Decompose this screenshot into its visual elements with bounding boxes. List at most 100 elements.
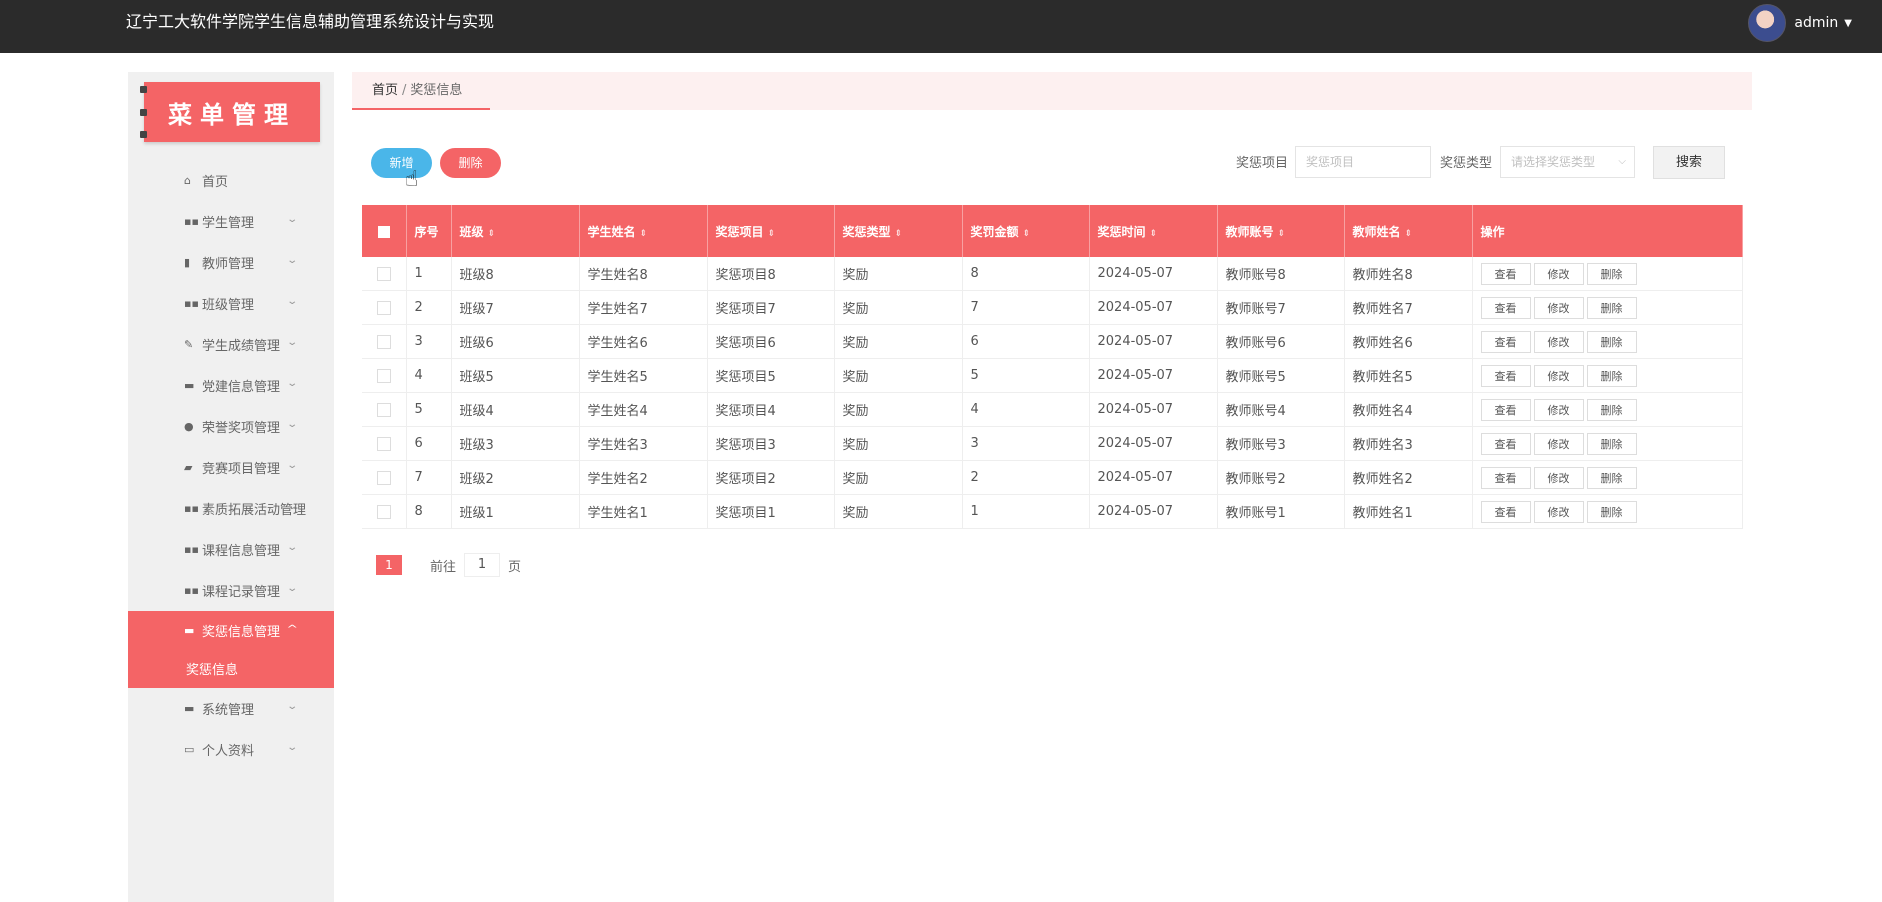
row-checkbox[interactable] (376, 368, 391, 383)
row-checkbox[interactable] (376, 504, 391, 519)
sort-icon[interactable]: ⇕ (488, 229, 496, 239)
sidebar-item[interactable]: ▪▪ 课程信息管理 ⌄ (128, 529, 334, 570)
sort-icon[interactable]: ⇕ (1405, 229, 1413, 239)
sidebar-item-label: 个人资料 (202, 744, 255, 759)
grid-icon: ▪▪ (184, 543, 199, 556)
sort-icon[interactable]: ⇕ (1150, 229, 1158, 239)
table-row: 7 班级2 学生姓名2 奖惩项目2 奖励 2 2024-05-07 教师账号2 教师姓名2 查看修… (362, 460, 1743, 495)
sidebar-item[interactable]: ▪▪ 班级管理 ⌄ (128, 283, 334, 324)
sidebar-item[interactable]: ▬ 系统管理 ⌄ (128, 688, 334, 729)
column-header-label: 奖罚金额 (970, 224, 1019, 239)
table-row: 4 班级5 学生姓名5 奖惩项目5 奖励 5 2024-05-07 教师账号5 教师姓名5 查看修… (362, 358, 1743, 393)
sidebar-item[interactable]: ⌂ 首页 (128, 160, 334, 201)
row-delete-button[interactable]: 删除 (1586, 432, 1637, 455)
sidebar-item[interactable]: ▰ 竞赛项目管理 ⌄ (128, 447, 334, 488)
edit-button[interactable]: 修改 (1533, 432, 1584, 455)
edit-button[interactable]: 修改 (1533, 296, 1584, 319)
table-cell: 2024-05-07 (1089, 257, 1218, 291)
column-header[interactable]: 奖罚金额 ⇕ (962, 205, 1090, 257)
view-button[interactable]: 查看 (1480, 296, 1531, 319)
sort-icon[interactable]: ⇕ (768, 229, 776, 239)
sidebar-item[interactable]: ▬ 奖惩信息管理 ^ (128, 611, 334, 649)
filter-type-placeholder: 请选择奖惩类型 (1511, 155, 1596, 169)
sidebar-item[interactable]: ▮ 教师管理 ⌄ (128, 242, 334, 283)
edit-button[interactable]: 修改 (1533, 330, 1584, 353)
column-header[interactable]: 奖惩项目 ⇕ (707, 205, 835, 257)
table-cell: 学生姓名8 (579, 257, 708, 291)
row-delete-button[interactable]: 删除 (1586, 398, 1637, 421)
table-cell: 2024-05-07 (1089, 426, 1218, 461)
edit-button[interactable]: 修改 (1533, 398, 1584, 421)
row-actions: 查看 修改 删除 (1472, 358, 1743, 393)
table-cell: 学生姓名7 (579, 290, 708, 325)
row-checkbox[interactable] (376, 436, 391, 451)
page-number-current[interactable]: 1 (376, 555, 402, 575)
sidebar-item[interactable]: ▪▪ 素质拓展活动管理 ⌄ (128, 488, 334, 529)
row-delete-button[interactable]: 删除 (1586, 296, 1637, 319)
column-header[interactable]: 班级 ⇕ (451, 205, 580, 257)
row-checkbox[interactable] (376, 334, 391, 349)
table-cell: 5 (406, 392, 452, 427)
table-cell: 教师姓名6 (1344, 324, 1473, 359)
row-delete-button[interactable]: 删除 (1586, 262, 1637, 285)
view-button[interactable]: 查看 (1480, 398, 1531, 421)
sidebar-item[interactable]: ▬ 党建信息管理 ⌄ (128, 365, 334, 406)
chart-icon: ▮ (184, 256, 191, 269)
sort-icon[interactable]: ⇕ (1023, 229, 1031, 239)
goto-page-input[interactable]: 1 (464, 553, 501, 577)
sidebar-subitem-active[interactable]: 奖惩信息 (128, 649, 334, 688)
avatar[interactable] (1748, 4, 1787, 42)
row-checkbox[interactable] (376, 402, 391, 417)
search-button[interactable]: 搜索 (1653, 146, 1725, 179)
sidebar-item[interactable]: ● 荣誉奖项管理 ⌄ (128, 406, 334, 447)
chevron-down-icon: ⌄ (286, 583, 299, 594)
row-delete-button[interactable]: 删除 (1586, 364, 1637, 387)
row-delete-button[interactable]: 删除 (1586, 500, 1637, 523)
add-button[interactable]: 新增 (371, 148, 432, 178)
column-header[interactable]: 学生姓名 ⇕ (579, 205, 708, 257)
sidebar: 菜单管理 ⌂ 首页 ▪▪ 学生管理 ⌄ ▮ 教师管理 ⌄ ▪▪ 班级管理 ⌄ ✎ 学生成绩管理 ⌄ ▬ 党建信… (128, 72, 334, 902)
view-button[interactable]: 查看 (1480, 262, 1531, 285)
row-delete-button[interactable]: 删除 (1586, 466, 1637, 489)
table-cell: 2024-05-07 (1089, 392, 1218, 427)
sort-icon[interactable]: ⇕ (1278, 229, 1286, 239)
row-checkbox[interactable] (376, 266, 391, 281)
goto-label: 前往 (430, 559, 457, 575)
view-button[interactable]: 查看 (1480, 466, 1531, 489)
filter-type-label: 奖惩类型 (1440, 156, 1493, 171)
sort-icon[interactable]: ⇕ (640, 229, 648, 239)
view-button[interactable]: 查看 (1480, 500, 1531, 523)
column-header[interactable]: 奖惩时间 ⇕ (1089, 205, 1218, 257)
column-header[interactable]: 序号 (406, 205, 452, 257)
username[interactable]: admin (1794, 15, 1838, 31)
sidebar-item[interactable]: ✎ 学生成绩管理 ⌄ (128, 324, 334, 365)
edit-button[interactable]: 修改 (1533, 500, 1584, 523)
edit-button[interactable]: 修改 (1533, 466, 1584, 489)
sort-icon[interactable]: ⇕ (895, 229, 903, 239)
hand-cursor-icon: ☝ (405, 167, 419, 192)
caret-down-icon[interactable]: ▼ (1844, 18, 1852, 29)
sidebar-item[interactable]: ▪▪ 课程记录管理 ⌄ (128, 570, 334, 611)
table-cell: 班级4 (451, 392, 580, 427)
column-header[interactable]: 教师账号 ⇕ (1217, 205, 1345, 257)
row-checkbox[interactable] (376, 300, 391, 315)
sidebar-item-label: 班级管理 (202, 298, 255, 313)
view-button[interactable]: 查看 (1480, 432, 1531, 455)
column-header[interactable]: 奖惩类型 ⇕ (834, 205, 963, 257)
edit-button[interactable]: 修改 (1533, 364, 1584, 387)
row-checkbox[interactable] (376, 470, 391, 485)
filter-type-select[interactable]: 请选择奖惩类型 ⌵ (1500, 146, 1635, 178)
sidebar-item[interactable]: ▪▪ 学生管理 ⌄ (128, 201, 334, 242)
filter-project-input[interactable]: 奖惩项目 (1295, 146, 1431, 178)
column-header[interactable]: 教师姓名 ⇕ (1344, 205, 1473, 257)
user-menu[interactable]: admin ▼ (1748, 4, 1852, 42)
delete-button[interactable]: 删除 (440, 148, 501, 178)
view-button[interactable]: 查看 (1480, 364, 1531, 387)
view-button[interactable]: 查看 (1480, 330, 1531, 353)
sidebar-item[interactable]: ▭ 个人资料 ⌄ (128, 729, 334, 770)
row-delete-button[interactable]: 删除 (1586, 330, 1637, 353)
breadcrumb-home[interactable]: 首页 (372, 83, 398, 98)
select-all-checkbox[interactable] (362, 205, 407, 257)
table-cell: 1 (962, 494, 1090, 529)
edit-button[interactable]: 修改 (1533, 262, 1584, 285)
